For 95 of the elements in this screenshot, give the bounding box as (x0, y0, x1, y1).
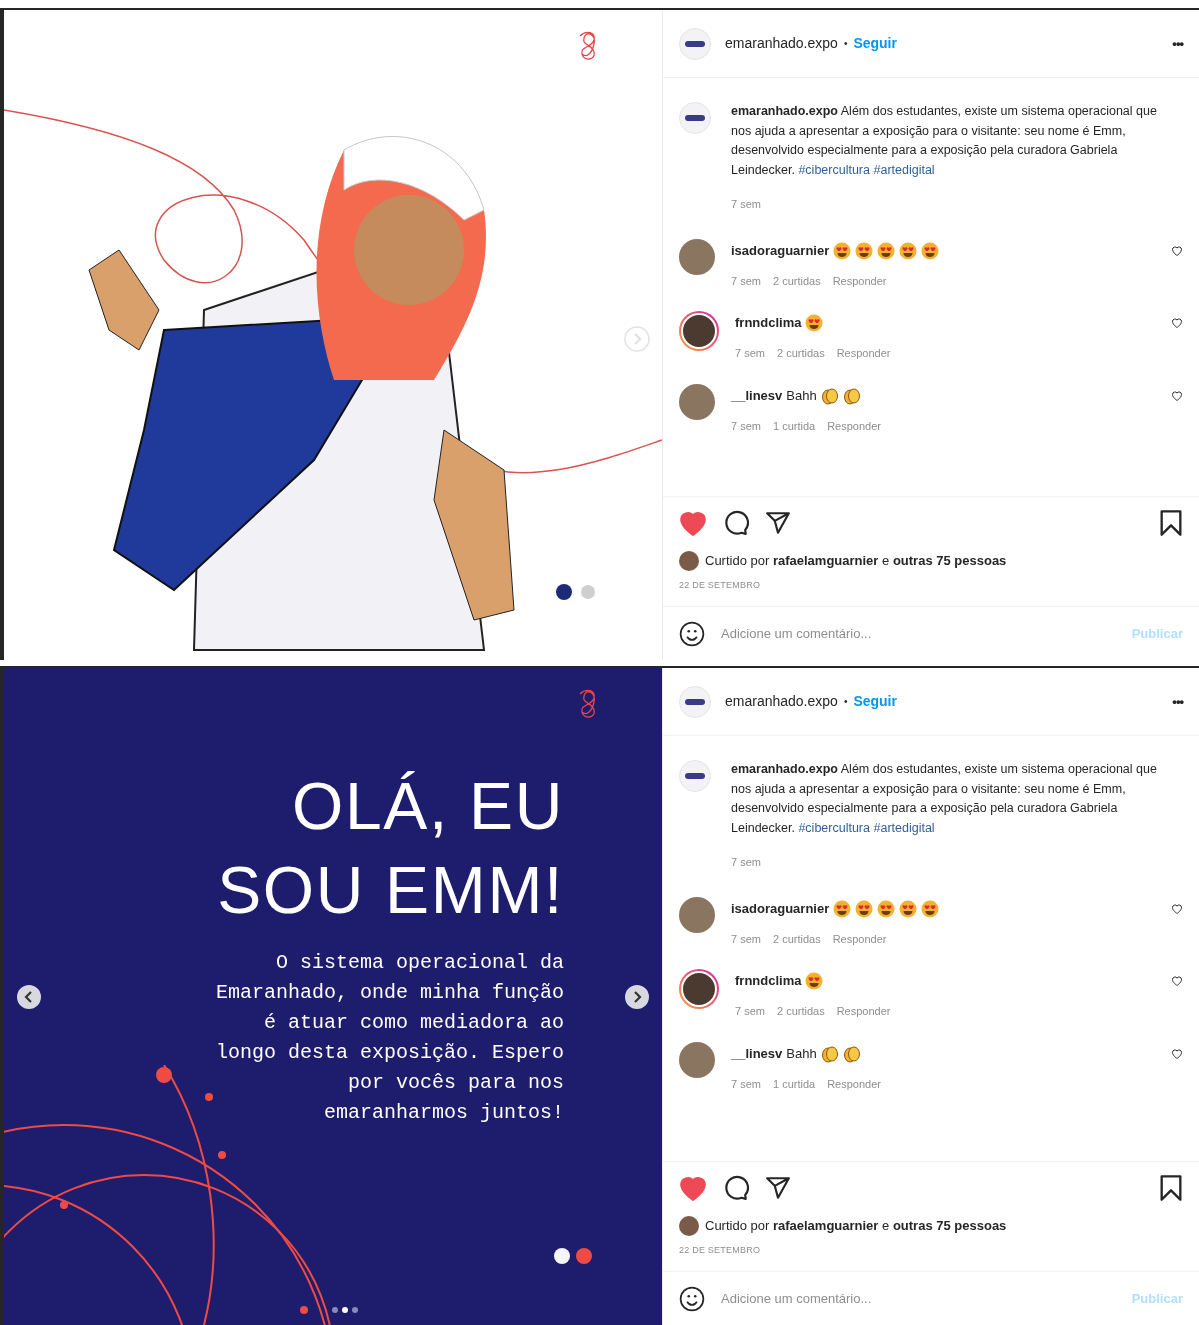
commenter-username[interactable]: isadoraguarnier (731, 898, 830, 919)
separator-dot: • (843, 695, 848, 709)
slide-title: SOU EMM! (217, 852, 564, 929)
profile-avatar[interactable] (679, 685, 711, 718)
emoji-smiley-icon[interactable] (679, 620, 705, 647)
heart-eyes-emoji-icon (833, 241, 852, 260)
comment-time: 7 sem (735, 1004, 765, 1019)
post-time: 7 sem (731, 855, 762, 870)
reply-button[interactable]: Responder (832, 930, 887, 947)
heart-eyes-emoji-icon (899, 241, 918, 260)
caption-text: emaranhado.expo Além dos estudantes, existe um sistema operacional que nos ajuda a apresentar a exposição para o visitante: seu nome é Emm, desenvolvido especialmente para a exposição pela curadora Gabriela Leindecker. #cibercultura #artedigital (731, 761, 1158, 837)
clapping-hands-icon (842, 386, 861, 405)
reply-button[interactable]: Responder (836, 345, 891, 362)
slide-text: O sistema operacional da (275, 950, 564, 976)
comment-text: Bahh (786, 1044, 817, 1063)
post-date: 22 DE SETEMBRO (679, 1243, 762, 1257)
comment-likes[interactable]: 2 curtidas (772, 930, 821, 947)
comment-likes[interactable]: 2 curtidas (776, 1003, 825, 1020)
clapping-hands-icon (820, 386, 839, 405)
comment-icon[interactable] (723, 1174, 749, 1201)
clapping-hands-icon (820, 1044, 839, 1063)
comment-time: 7 sem (735, 346, 765, 361)
like-comment-icon[interactable] (1171, 902, 1183, 915)
like-comment-icon[interactable] (1171, 975, 1183, 987)
like-comment-icon[interactable] (1171, 1047, 1183, 1060)
commenter-username[interactable]: __linesv (731, 385, 783, 406)
post-date: 22 DE SETEMBRO (679, 578, 762, 592)
caption-text: emaranhado.expo Além dos estudantes, existe um sistema operacional que nos ajuda a apresentar a exposição para o visitante: seu nome é Emm, desenvolvido especialmente para a exposição pela curadora Gabriela Leindecker. #cibercultura #artedigital (731, 103, 1158, 179)
slide-title: OLÁ, EU (292, 768, 564, 845)
reply-button[interactable]: Responder (827, 417, 881, 434)
heart-eyes-emoji-icon (921, 241, 940, 260)
post-time: 7 sem (731, 197, 762, 212)
heart-eyes-emoji-icon (855, 899, 874, 918)
hashtag-link[interactable]: #artedigital (873, 162, 935, 177)
more-options-button[interactable]: ••• (1172, 691, 1183, 712)
profile-avatar[interactable] (679, 27, 711, 60)
emoji-smiley-icon[interactable] (679, 1285, 705, 1312)
like-comment-icon[interactable] (1171, 244, 1183, 257)
profile-avatar[interactable] (679, 760, 711, 792)
follow-button[interactable]: Seguir (853, 691, 897, 712)
comment-time: 7 sem (731, 418, 761, 434)
profile-avatar[interactable] (679, 102, 711, 134)
like-comment-icon[interactable] (1171, 389, 1183, 402)
comment-time: 7 sem (731, 273, 761, 289)
separator-dot: • (843, 37, 848, 51)
clapping-hands-icon (842, 1044, 861, 1063)
reply-button[interactable]: Responder (836, 1003, 891, 1020)
slide-text: por vocês para nos (347, 1070, 564, 1096)
comment-text: Bahh (786, 386, 817, 405)
heart-eyes-emoji-icon (921, 899, 940, 918)
bookmark-icon[interactable] (1159, 508, 1183, 537)
heart-eyes-emoji-icon (805, 314, 824, 332)
reply-button[interactable]: Responder (832, 272, 887, 289)
slide-text: longo desta exposição. Espero (215, 1040, 564, 1066)
share-icon[interactable] (765, 1174, 791, 1201)
follow-button[interactable]: Seguir (853, 33, 897, 54)
commenter-username[interactable]: isadoraguarnier (731, 240, 830, 261)
heart-eyes-emoji-icon (899, 899, 918, 918)
comment-likes[interactable]: 1 curtida (772, 417, 816, 434)
commenter-username[interactable]: __linesv (731, 1043, 783, 1064)
hashtag-link[interactable]: #cibercultura (798, 820, 870, 835)
comment-likes[interactable]: 2 curtidas (776, 345, 825, 362)
likes-summary: Curtido por rafaelamguarnier e outras 75 pessoas (705, 551, 1007, 570)
bookmark-icon[interactable] (1159, 1173, 1183, 1202)
like-heart-icon[interactable] (679, 1174, 707, 1201)
hashtag-link[interactable]: #artedigital (873, 820, 935, 835)
comment-time: 7 sem (731, 1076, 761, 1092)
username-link[interactable]: emaranhado.expo (725, 33, 838, 54)
slide-text: Emaranhado, onde minha função (215, 980, 564, 1006)
username-link[interactable]: emaranhado.expo (725, 691, 838, 712)
slide-text: é atuar como mediadora ao (263, 1010, 564, 1036)
commenter-username[interactable]: frnndclima (735, 971, 802, 991)
comment-icon[interactable] (723, 509, 749, 536)
slide-dots-drawing (554, 1248, 592, 1264)
heart-eyes-emoji-icon (805, 972, 824, 990)
heart-eyes-emoji-icon (855, 241, 874, 260)
commenter-username[interactable]: frnndclima (735, 313, 802, 333)
reply-button[interactable]: Responder (827, 1075, 881, 1092)
comment-likes[interactable]: 1 curtida (772, 1075, 816, 1092)
like-heart-icon[interactable] (679, 509, 707, 536)
commenter-avatar[interactable] (681, 971, 717, 1007)
heart-eyes-emoji-icon (877, 241, 896, 260)
comment-likes[interactable]: 2 curtidas (772, 272, 821, 289)
liker-avatar[interactable] (679, 1215, 699, 1236)
like-comment-icon[interactable] (1171, 317, 1183, 329)
more-options-button[interactable]: ••• (1172, 33, 1183, 54)
liker-avatar[interactable] (679, 550, 699, 571)
hashtag-link[interactable]: #cibercultura (798, 162, 870, 177)
heart-eyes-emoji-icon (833, 899, 852, 918)
share-icon[interactable] (765, 509, 791, 536)
comment-time: 7 sem (731, 931, 761, 947)
commenter-avatar[interactable] (681, 313, 717, 349)
slide-text: emaranharmos juntos! (323, 1100, 564, 1126)
likes-summary: Curtido por rafaelamguarnier e outras 75 pessoas (705, 1216, 1007, 1235)
heart-eyes-emoji-icon (877, 899, 896, 918)
